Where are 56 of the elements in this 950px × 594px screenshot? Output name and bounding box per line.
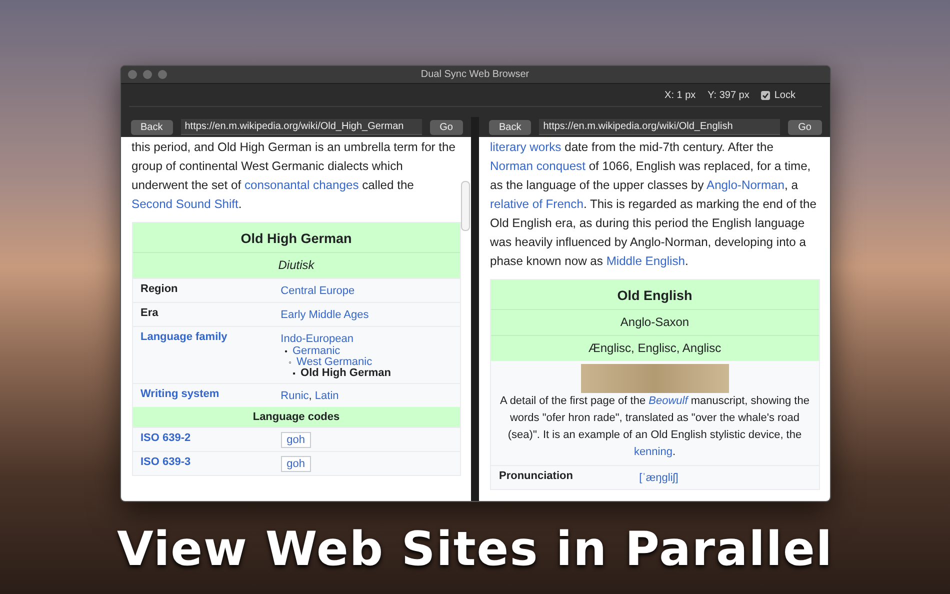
url-field[interactable]: https://en.m.wikipedia.org/wiki/Old_High_German xyxy=(180,119,422,135)
code-link[interactable]: goh xyxy=(280,432,312,448)
link[interactable]: consonantal changes xyxy=(244,178,359,192)
infobox-subtitle: Diutisk xyxy=(132,252,460,278)
row-label: Region xyxy=(140,283,178,297)
row-label: Era xyxy=(140,307,158,321)
lock-checkbox[interactable] xyxy=(761,90,770,100)
link[interactable]: relative of French xyxy=(490,197,584,211)
close-button[interactable] xyxy=(128,70,136,79)
infobox-subtitle: Anglo-Saxon xyxy=(491,309,818,335)
window-title: Dual Sync Web Browser xyxy=(420,69,530,80)
row-label: Pronunciation xyxy=(499,470,573,484)
row-label-link[interactable]: Writing system xyxy=(140,388,220,403)
lock-label[interactable]: Lock xyxy=(774,90,796,100)
go-button[interactable]: Go xyxy=(788,120,822,134)
y-reading: Y: 397 px xyxy=(708,90,750,100)
x-reading: X: 1 px xyxy=(664,90,696,100)
link[interactable]: Middle English xyxy=(606,254,685,268)
link[interactable]: West Germanic xyxy=(296,357,372,368)
link[interactable]: Runic xyxy=(280,390,309,402)
row-label-link[interactable]: ISO 639-3 xyxy=(140,456,191,471)
code-link[interactable]: goh xyxy=(280,456,312,472)
back-button[interactable]: Back xyxy=(130,120,173,134)
row-label-link[interactable]: ISO 639-2 xyxy=(140,432,191,447)
link[interactable]: Norman conquest xyxy=(490,159,586,173)
back-button[interactable]: Back xyxy=(489,120,532,134)
list-bullet: • xyxy=(284,346,288,357)
section-header: Language codes xyxy=(132,407,460,427)
link[interactable]: [ˈæŋgliʃ] xyxy=(639,472,678,484)
link[interactable]: Germanic xyxy=(292,346,340,357)
url-field[interactable]: https://en.m.wikipedia.org/wiki/Old_English xyxy=(539,119,780,135)
tree-item: Old High German xyxy=(300,368,391,379)
image-caption: A detail of the first page of the Beowulf manuscript, showing the words "ofer hron rade", translated as "over the whale's road (sea)". It is an example of an Old English stylistic device, the kenning. xyxy=(499,394,810,460)
link[interactable]: Beowulf xyxy=(648,395,688,407)
go-button[interactable]: Go xyxy=(430,120,463,134)
row-value: Runic, Latin xyxy=(280,390,339,402)
link[interactable]: kenning xyxy=(634,446,672,458)
scrollbar-thumb[interactable] xyxy=(461,181,470,231)
list-bullet: ◦ xyxy=(288,357,292,368)
link[interactable]: Anglo-Norman xyxy=(706,178,784,192)
link[interactable]: Latin xyxy=(314,390,339,402)
list-bullet: ▪ xyxy=(292,368,296,379)
infobox-title: Old English xyxy=(491,280,818,309)
caption-text: View Web Sites in Parallel xyxy=(117,522,833,577)
minimize-button[interactable] xyxy=(142,70,152,79)
article-paragraph: literary works date from the mid-7th century. After the Norman conquest of 1066, English was replaced, for a time, as the language of the upper classes by Anglo-Norman, a relative of French. This is regarded as marking the end of the Old English era, as during this period the English language was heavily influenced by Anglo-Norman, developing into a phase known now as Middle English. xyxy=(490,139,818,270)
link[interactable]: literary works xyxy=(490,140,562,154)
row-label-link[interactable]: Language family xyxy=(140,331,228,379)
link[interactable]: Second Sound Shift xyxy=(132,197,238,211)
article-paragraph: this period, and Old High German is an umbrella term for the group of continental West Germanic dialects which underwent the set of consonantal changes called the Second Sound Shift. xyxy=(132,139,456,213)
link[interactable]: Indo-European xyxy=(280,333,354,345)
zoom-button[interactable] xyxy=(158,70,166,79)
link[interactable]: Early Middle Ages xyxy=(280,309,369,321)
infobox-title: Old High German xyxy=(132,223,460,252)
link[interactable]: Central Europe xyxy=(280,285,355,297)
infobox-subtitle: Ænglisc, Englisc, Anglisc xyxy=(491,335,818,361)
